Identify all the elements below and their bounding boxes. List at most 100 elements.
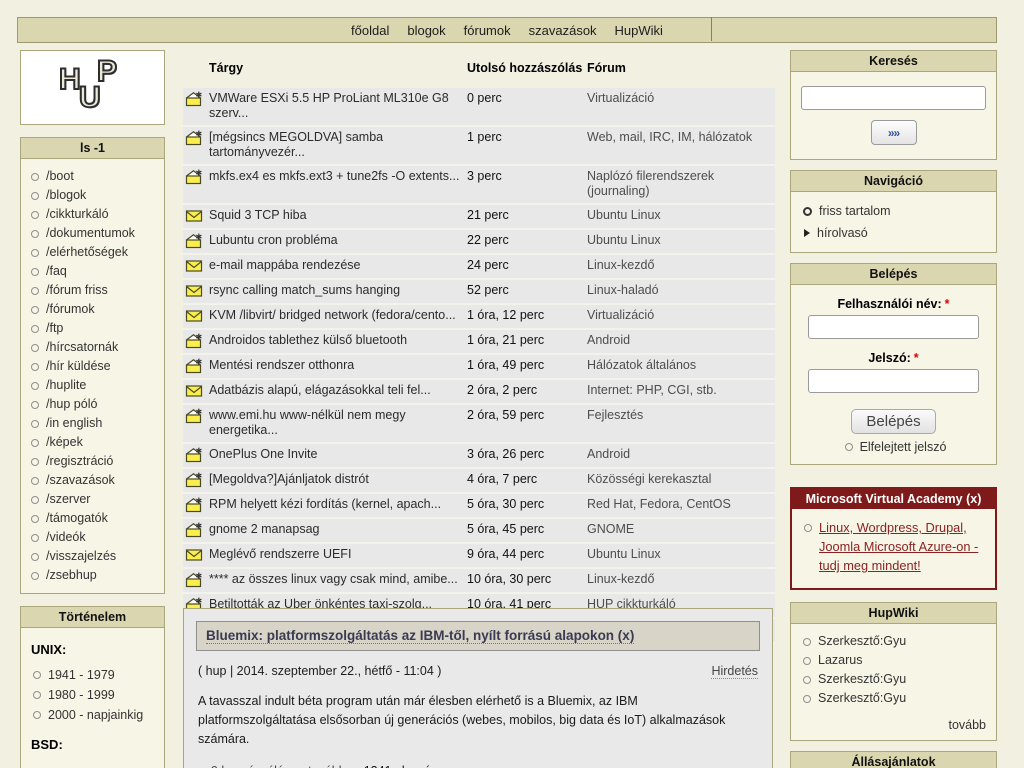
ls-menu-link[interactable]: /zsebhup: [46, 566, 97, 585]
ls-menu-link[interactable]: /blogok: [46, 186, 86, 205]
ls-menu-link[interactable]: /ftp: [46, 319, 63, 338]
topic-title-link[interactable]: **** az összes linux vagy csak mind, ami…: [209, 572, 467, 588]
topic-title-link[interactable]: [mégsincs MEGOLDVA] samba tartományvezér…: [209, 130, 467, 160]
search-submit-button[interactable]: »»: [871, 120, 917, 145]
ls-menu-link[interactable]: /fórum friss: [46, 281, 108, 300]
topic-title-link[interactable]: rsync calling match_sums hanging: [209, 283, 467, 299]
ls-menu-link[interactable]: /in english: [46, 414, 102, 433]
topic-title-link[interactable]: Mentési rendszer otthonra: [209, 358, 467, 374]
ls-menu-link[interactable]: /hup póló: [46, 395, 97, 414]
topic-forum-link[interactable]: Linux-kezdő: [587, 258, 775, 274]
topic-forum-link[interactable]: Ubuntu Linux: [587, 208, 775, 224]
ls-menu-link[interactable]: /boot: [46, 167, 74, 186]
topic-title-link[interactable]: [Megoldva?]Ajánljatok distrót: [209, 472, 467, 488]
ls-menu-link[interactable]: /szavazások: [46, 471, 115, 490]
topic-forum-link[interactable]: GNOME: [587, 522, 775, 538]
top-nav-link[interactable]: HupWiki: [615, 23, 663, 38]
password-field[interactable]: [808, 369, 978, 393]
topic-forum-link[interactable]: Android: [587, 447, 775, 463]
topic-forum-link[interactable]: Fejlesztés: [587, 408, 775, 438]
topic-forum-link[interactable]: Linux-kezdő: [587, 572, 775, 588]
hupwiki-more-link[interactable]: tovább: [948, 718, 986, 732]
topic-forum-link[interactable]: Linux-haladó: [587, 283, 775, 299]
topic-title-link[interactable]: www.emi.hu www-nélkül nem megy energetik…: [209, 408, 467, 438]
topic-forum-link[interactable]: Közösségi kerekasztal: [587, 472, 775, 488]
history-bsd-label: BSD:: [31, 737, 154, 752]
ls-menu-link[interactable]: /hírcsatornák: [46, 338, 118, 357]
topic-title-link[interactable]: gnome 2 manapsag: [209, 522, 467, 538]
ls-menu-link[interactable]: /elérhetőségek: [46, 243, 128, 262]
topic-forum-link[interactable]: Internet: PHP, CGI, stb.: [587, 383, 775, 399]
topic-forum-link[interactable]: Virtualizáció: [587, 308, 775, 324]
navigation-link[interactable]: hírolvasó: [817, 222, 868, 244]
logo-letter-p: P: [97, 55, 117, 89]
hupwiki-link[interactable]: Szerkesztő:Gyu: [818, 670, 906, 689]
topic-title-link[interactable]: Meglévő rendszerre UEFI: [209, 547, 467, 563]
navigation-item: hírolvasó: [799, 222, 988, 244]
topic-forum-link[interactable]: Ubuntu Linux: [587, 233, 775, 249]
ls-menu-link[interactable]: /fórumok: [46, 300, 95, 319]
topic-forum-link[interactable]: Web, mail, IRC, IM, hálózatok: [587, 130, 775, 160]
topic-title-link[interactable]: Androidos tablethez külső bluetooth: [209, 333, 467, 349]
new-posts-envelope-icon: ✱: [183, 169, 209, 199]
hupwiki-link[interactable]: Lazarus: [818, 651, 862, 670]
topic-forum-link[interactable]: Ubuntu Linux: [587, 547, 775, 563]
table-row: ✱ Adatbázis alapú, elágazásokkal teli fe…: [183, 380, 775, 405]
username-field[interactable]: [808, 315, 978, 339]
mva-title: Microsoft Virtual Academy (x): [792, 489, 995, 509]
history-link[interactable]: 2000 - napjainkig: [48, 705, 143, 725]
ls-menu-link[interactable]: /képek: [46, 433, 83, 452]
history-link[interactable]: 1980 - 1999: [48, 685, 115, 705]
top-nav-link[interactable]: főoldal: [351, 23, 389, 38]
topic-title-link[interactable]: mkfs.ex4 es mkfs.ext3 + tune2fs -O exten…: [209, 169, 467, 199]
ls-menu-link[interactable]: /szerver: [46, 490, 90, 509]
topic-title-link[interactable]: OnePlus One Invite: [209, 447, 467, 463]
bullet-icon: [803, 638, 811, 646]
bullet-icon: [31, 458, 39, 466]
top-nav-link[interactable]: szavazások: [529, 23, 597, 38]
read-more-link[interactable]: tovább: [308, 764, 346, 768]
article-title-link[interactable]: Bluemix: platformszolgáltatás az IBM-től…: [206, 628, 634, 644]
search-input[interactable]: [801, 86, 986, 110]
ls-menu-link[interactable]: /faq: [46, 262, 67, 281]
topic-title-link[interactable]: VMWare ESXi 5.5 HP ProLiant ML310e G8 sz…: [209, 91, 467, 121]
ls-menu-link[interactable]: /visszajelzés: [46, 547, 116, 566]
bullet-icon: [33, 671, 41, 679]
comments-link[interactable]: 9 hozzászólás: [211, 764, 290, 768]
topic-last-post-time: 24 perc: [467, 258, 587, 274]
navigation-link[interactable]: friss tartalom: [819, 200, 891, 222]
hupwiki-link[interactable]: Szerkesztő:Gyu: [818, 632, 906, 651]
article-body: A tavasszal indult béta program után már…: [198, 692, 758, 749]
topic-title-link[interactable]: RPM helyett kézi fordítás (kernel, apach…: [209, 497, 467, 513]
topic-forum-link[interactable]: Red Hat, Fedora, CentOS: [587, 497, 775, 513]
ls-menu-link[interactable]: /hír küldése: [46, 357, 111, 376]
topic-forum-link[interactable]: Android: [587, 333, 775, 349]
topic-forum-link[interactable]: Naplózó filerendszerek (journaling): [587, 169, 775, 199]
hupwiki-link[interactable]: Szerkesztő:Gyu: [818, 689, 906, 708]
topic-forum-link[interactable]: Hálózatok általános: [587, 358, 775, 374]
topic-title-link[interactable]: e-mail mappába rendezése: [209, 258, 467, 274]
mva-link[interactable]: Linux, Wordpress, Drupal, Joomla Microso…: [819, 518, 987, 575]
top-nav-link[interactable]: fórumok: [464, 23, 511, 38]
forgot-password-link[interactable]: Elfelejtett jelszó: [860, 440, 947, 454]
topic-title-link[interactable]: Squid 3 TCP hiba: [209, 208, 467, 224]
top-nav-link[interactable]: blogok: [407, 23, 445, 38]
topic-last-post-time: 0 perc: [467, 91, 587, 121]
hup-logo-box[interactable]: H U P: [20, 50, 165, 125]
login-submit-button[interactable]: Belépés: [851, 409, 935, 434]
ls-menu-link[interactable]: /dokumentumok: [46, 224, 135, 243]
ls-menu-link[interactable]: /cikkturkáló: [46, 205, 109, 224]
ls-menu-link[interactable]: /huplite: [46, 376, 86, 395]
sponsored-article: Bluemix: platformszolgáltatás az IBM-től…: [183, 608, 773, 768]
topic-title-link[interactable]: Lubuntu cron probléma: [209, 233, 467, 249]
topic-title-link[interactable]: KVM /libvirt/ bridged network (fedora/ce…: [209, 308, 467, 324]
ls-menu-link[interactable]: /videók: [46, 528, 86, 547]
ls-menu-link[interactable]: /támogatók: [46, 509, 108, 528]
topic-forum-link[interactable]: Virtualizáció: [587, 91, 775, 121]
ad-label-link[interactable]: Hirdetés: [711, 664, 758, 679]
table-row: ✱ KVM /libvirt/ bridged network (fedora/…: [183, 305, 775, 330]
topic-title-link[interactable]: Adatbázis alapú, elágazásokkal teli fel.…: [209, 383, 467, 399]
history-link[interactable]: 1941 - 1979: [48, 665, 115, 685]
topic-last-post-time: 22 perc: [467, 233, 587, 249]
ls-menu-link[interactable]: /regisztráció: [46, 452, 113, 471]
